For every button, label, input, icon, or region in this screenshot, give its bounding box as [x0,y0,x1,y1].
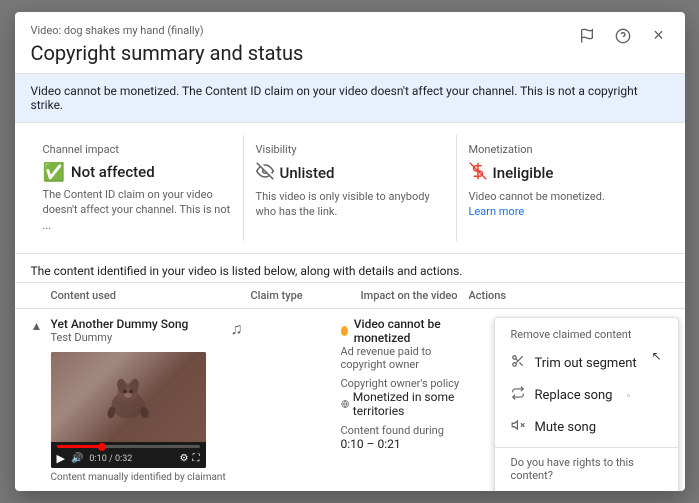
channel-impact-value: ✅ Not affected [43,162,231,183]
progress-bar[interactable] [57,445,200,448]
song-artist: Test Dummy [51,331,231,344]
channel-impact-label: Channel impact [43,143,231,156]
menu-divider [495,447,678,448]
channel-impact-desc: The Content ID claim on your video doesn… [43,187,231,233]
row-chevron[interactable]: ▲ [31,317,51,333]
controls-row: ▶ 🔊 0:10 / 0:32 ⚙ ⛶ [57,452,200,465]
orange-dot-icon [341,326,348,336]
play-button[interactable]: ▶ [57,452,65,465]
table-row: ▲ Yet Another Dummy Song Test Dummy [31,309,669,491]
header-icons: × [573,22,673,50]
progress-dot [98,443,106,451]
replace-song-action[interactable]: Replace song ◦ [495,379,678,411]
impact-title: Video cannot be monetized [341,317,461,345]
mute-song-label: Mute song [535,420,597,435]
visibility-desc: This video is only visible to anybody wh… [256,189,444,220]
visibility-value: Unlisted [256,162,444,185]
modal-header: Video: dog shakes my hand (finally) Copy… [15,12,685,74]
replace-song-label: Replace song [535,388,613,403]
impact-sub: Ad revenue paid to copyright owner [341,345,461,371]
notice-bar: Video cannot be monetized. The Content I… [15,74,685,123]
monetization-card: Monetization Ineligible Video cannot be … [457,135,669,241]
help-button[interactable] [609,22,637,50]
actions-menu-header: Remove claimed content [495,324,678,347]
monetization-desc: Video cannot be monetized. [469,189,657,204]
claim-type-cell: ♫ [231,317,341,339]
scissors-icon [511,354,525,372]
close-button[interactable]: × [645,22,673,50]
volume-icon[interactable]: 🔊 [71,453,83,464]
video-thumbnail: ▶ 🔊 0:10 / 0:32 ⚙ ⛶ [51,352,206,468]
copyright-modal: Video: dog shakes my hand (finally) Copy… [15,12,685,491]
trim-segment-action[interactable]: Trim out segment ↖ [495,347,678,379]
settings-icon[interactable]: ⚙ [180,453,189,464]
mute-icon [511,418,525,436]
fullscreen-icon[interactable]: ⛶ [193,453,200,464]
modal-overlay: Video: dog shakes my hand (finally) Copy… [0,0,699,503]
dispute-section: Do you have rights to this content? Disp… [495,452,678,491]
dispute-link[interactable]: Dispute [511,486,662,491]
video-controls: ▶ 🔊 0:10 / 0:32 ⚙ ⛶ [51,442,206,468]
dog-silhouette-icon [98,370,158,425]
manual-label: Content manually identified by claimant [51,472,231,483]
content-used-cell: Yet Another Dummy Song Test Dummy [51,317,231,483]
mute-song-action[interactable]: Mute song [495,411,678,443]
table-body: ▲ Yet Another Dummy Song Test Dummy [15,309,685,491]
th-claim-type: Claim type [251,289,361,302]
th-actions: Actions [469,289,669,302]
visibility-card: Visibility Unlisted This video is only v… [244,135,457,241]
visibility-label: Visibility [256,143,444,156]
flag-button[interactable] [573,22,601,50]
time-display: 0:10 / 0:32 [89,454,173,464]
impact-cell: Video cannot be monetized Ad revenue pai… [341,317,469,451]
th-content-used: Content used [51,289,251,302]
policy-label: Copyright owner's policy [341,377,461,390]
external-link-icon: ◦ [626,389,630,402]
channel-impact-card: Channel impact ✅ Not affected The Conten… [31,135,244,241]
check-circle-icon: ✅ [43,162,65,183]
monetization-value: Ineligible [469,162,657,185]
song-title: Yet Another Dummy Song [51,317,231,331]
cards-row: Channel impact ✅ Not affected The Conten… [15,123,685,254]
found-label: Content found during [341,424,461,437]
th-impact: Impact on the video [361,289,469,302]
progress-fill [57,445,103,448]
content-section: The content identified in your video is … [15,254,685,283]
notice-text: Video cannot be monetized. The Content I… [31,84,638,112]
dispute-question: Do you have rights to this content? [511,456,662,482]
video-image [51,352,206,442]
content-description: The content identified in your video is … [31,264,669,278]
learn-more-link[interactable]: Learn more [469,205,525,218]
table-header: Content used Claim type Impact on the vi… [15,283,685,309]
actions-menu: Remove claimed content [494,317,679,491]
trim-segment-label: Trim out segment [535,356,637,371]
policy-value: Monetized in some territories [341,390,461,418]
right-controls: ⚙ ⛶ [180,453,200,464]
found-value: 0:10 – 0:21 [341,437,461,451]
monetization-label: Monetization [469,143,657,156]
dollar-off-icon [469,162,487,185]
globe-icon [341,398,349,410]
replace-icon [511,386,525,404]
eye-off-icon [256,162,274,185]
music-icon: ♫ [231,319,243,338]
